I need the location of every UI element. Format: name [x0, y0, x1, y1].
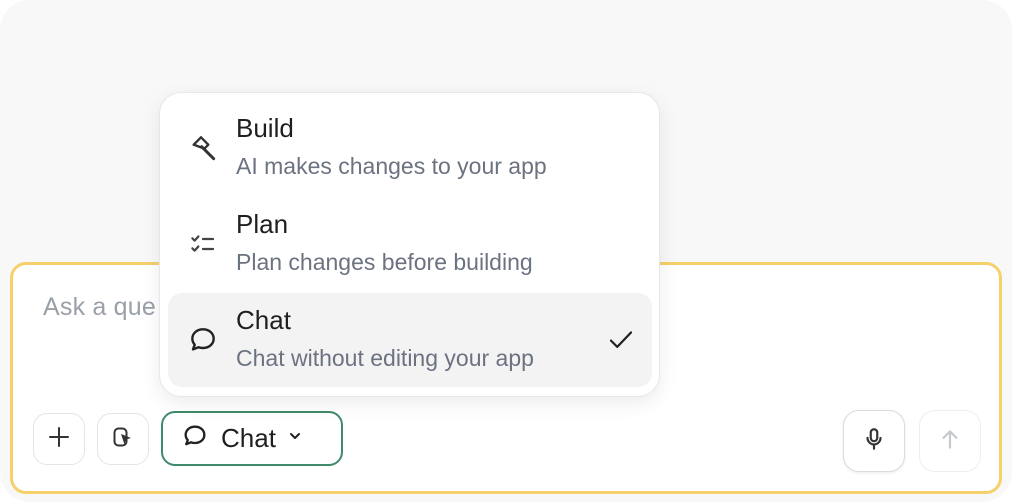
- voice-input-button[interactable]: [843, 410, 905, 472]
- plus-icon: [47, 425, 71, 454]
- mode-selector-label: Chat: [221, 423, 276, 453]
- menu-item-description: Chat without editing your app: [236, 345, 534, 371]
- menu-item-plan[interactable]: Plan Plan changes before building: [168, 197, 652, 291]
- chat-bubble-icon: [186, 323, 220, 357]
- menu-item-title: Chat: [236, 305, 291, 335]
- mode-selector-button[interactable]: Chat: [161, 411, 343, 466]
- app-frame: Ask a que Chat Build AI makes changes to…: [0, 0, 1012, 502]
- menu-item-description: Plan changes before building: [236, 249, 533, 275]
- hammer-icon: [186, 131, 220, 165]
- checkmark-icon: [606, 325, 636, 360]
- checklist-icon: [186, 227, 220, 261]
- arrow-up-icon: [937, 426, 963, 457]
- menu-item-title: Build: [236, 113, 294, 143]
- menu-item-title: Plan: [236, 209, 289, 239]
- visual-edit-icon: [111, 425, 135, 454]
- add-attachment-button[interactable]: [33, 413, 85, 465]
- visual-edit-button[interactable]: [97, 413, 149, 465]
- message-input[interactable]: Ask a que: [43, 293, 156, 322]
- send-button[interactable]: [919, 410, 981, 472]
- menu-item-description: AI makes changes to your app: [236, 153, 547, 179]
- chat-bubble-icon: [181, 422, 209, 455]
- mode-dropdown-menu: Build AI makes changes to your app Plan …: [159, 92, 660, 397]
- microphone-icon: [861, 426, 887, 457]
- menu-item-build[interactable]: Build AI makes changes to your app: [168, 101, 652, 195]
- menu-item-chat[interactable]: Chat Chat without editing your app: [168, 293, 652, 387]
- chevron-down-icon: [288, 429, 302, 448]
